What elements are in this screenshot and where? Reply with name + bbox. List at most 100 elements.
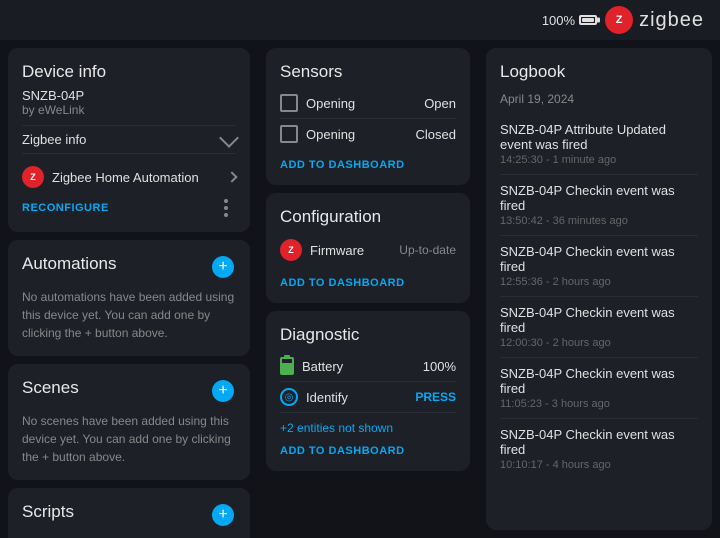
battery-fill (282, 363, 292, 373)
firmware-row: Z Firmware Up-to-date (280, 233, 456, 267)
automations-title: Automations (22, 254, 117, 274)
diagnostic-add-dashboard-button[interactable]: ADD TO DASHBOARD (280, 445, 405, 457)
logbook-entry-time: 13:50:42 - 36 minutes ago (500, 215, 698, 227)
main-layout: Device info SNZB-04P by eWeLink Zigbee i… (0, 40, 720, 538)
sensor-value: Open (424, 96, 456, 111)
scripts-title: Scripts (22, 502, 74, 522)
firmware-status: Up-to-date (399, 243, 456, 257)
battery-value: 100% (423, 359, 456, 374)
logbook-entry-title: SNZB-04P Checkin event was fired (500, 183, 698, 213)
logbook-entry: SNZB-04P Checkin event was fired 13:50:4… (500, 175, 698, 236)
sensor-left: Opening (280, 125, 355, 143)
sensor-value: Closed (416, 127, 456, 142)
device-name: SNZB-04P (22, 88, 236, 103)
configuration-card: Configuration Z Firmware Up-to-date ADD … (266, 193, 470, 303)
logbook-entry-title: SNZB-04P Attribute Updated event was fir… (500, 122, 698, 152)
battery-diag-icon (280, 357, 294, 375)
sensor-row: Opening Closed (280, 119, 456, 149)
reconfigure-button[interactable]: RECONFIGURE (22, 202, 109, 214)
logbook-entry: SNZB-04P Checkin event was fired 12:55:3… (500, 236, 698, 297)
zigbee-logo-icon: Z (605, 6, 633, 34)
sensor-row: Opening Open (280, 88, 456, 119)
logbook-entry: SNZB-04P Checkin event was fired 11:05:2… (500, 358, 698, 419)
zigbee-info-row[interactable]: Zigbee info (22, 125, 236, 154)
battery-label: Battery (302, 359, 343, 374)
logbook-entries: SNZB-04P Attribute Updated event was fir… (500, 114, 698, 516)
dot-icon (224, 199, 228, 203)
logbook-entry: SNZB-04P Checkin event was fired 10:10:1… (500, 419, 698, 479)
logbook-title: Logbook (500, 62, 698, 82)
logbook-entry: SNZB-04P Checkin event was fired 12:00:3… (500, 297, 698, 358)
sensors-add-dashboard-button[interactable]: ADD TO DASHBOARD (280, 159, 405, 171)
plus-circle-icon: + (212, 256, 234, 278)
battery-icon (579, 15, 597, 25)
logbook-entry-time: 10:10:17 - 4 hours ago (500, 459, 698, 471)
configuration-title: Configuration (280, 207, 456, 227)
device-info-actions: RECONFIGURE (22, 198, 236, 218)
logbook-entry-time: 11:05:23 - 3 hours ago (500, 398, 698, 410)
add-automation-button[interactable]: + (210, 254, 236, 280)
scenes-header: Scenes + (22, 378, 236, 404)
dot-icon (224, 213, 228, 217)
scripts-header: Scripts + (22, 502, 236, 528)
scenes-title: Scenes (22, 378, 79, 398)
battery-indicator: 100% (542, 13, 597, 28)
configuration-add-dashboard-button[interactable]: ADD TO DASHBOARD (280, 277, 405, 289)
right-column: Logbook April 19, 2024 SNZB-04P Attribut… (478, 40, 720, 538)
dot-icon (224, 206, 228, 210)
logbook-card: Logbook April 19, 2024 SNZB-04P Attribut… (486, 48, 712, 530)
zha-logo-icon: Z (22, 166, 44, 188)
logbook-entry-title: SNZB-04P Checkin event was fired (500, 366, 698, 396)
sensor-square-icon (280, 125, 298, 143)
plus-circle-icon: + (212, 380, 234, 402)
logbook-entry-time: 12:55:36 - 2 hours ago (500, 276, 698, 288)
sensor-square-icon (280, 94, 298, 112)
scripts-card: Scripts + No scripts have been added usi… (8, 488, 250, 538)
battery-row: Battery 100% (280, 351, 456, 382)
middle-column: Sensors Opening Open Opening Closed (258, 40, 478, 538)
zha-row[interactable]: Z Zigbee Home Automation (22, 162, 236, 192)
identify-label: Identify (306, 390, 348, 405)
diag-left: Battery (280, 357, 343, 375)
topbar: 100% Z zigbee (0, 0, 720, 40)
device-info-title: Device info (22, 62, 236, 82)
logbook-entry: SNZB-04P Attribute Updated event was fir… (500, 114, 698, 175)
battery-percent: 100% (542, 13, 575, 28)
logbook-entry-time: 14:25:30 - 1 minute ago (500, 154, 698, 166)
diag-left: ◎ Identify (280, 388, 348, 406)
identify-press-button[interactable]: PRESS (415, 390, 456, 404)
automations-description: No automations have been added using thi… (22, 288, 236, 342)
sensors-card: Sensors Opening Open Opening Closed (266, 48, 470, 185)
sensors-title: Sensors (280, 62, 456, 82)
firmware-logo-icon: Z (280, 239, 302, 261)
zigbee-brand: Z zigbee (605, 6, 704, 34)
scenes-card: Scenes + No scenes have been added using… (8, 364, 250, 480)
add-script-button[interactable]: + (210, 502, 236, 528)
logbook-entry-time: 12:00:30 - 2 hours ago (500, 337, 698, 349)
zigbee-brand-label: zigbee (639, 9, 704, 32)
logbook-entry-title: SNZB-04P Checkin event was fired (500, 305, 698, 335)
logbook-date: April 19, 2024 (500, 92, 698, 106)
firmware-left: Z Firmware (280, 239, 364, 261)
sensor-left: Opening (280, 94, 355, 112)
automations-card: Automations + No automations have been a… (8, 240, 250, 356)
add-scene-button[interactable]: + (210, 378, 236, 404)
more-options-button[interactable] (216, 198, 236, 218)
entities-not-shown[interactable]: +2 entities not shown (280, 421, 456, 435)
identify-icon: ◎ (280, 388, 298, 406)
plus-circle-icon: + (212, 504, 234, 526)
chevron-down-icon (219, 128, 239, 148)
sensor-name: Opening (306, 96, 355, 111)
firmware-name: Firmware (310, 243, 364, 258)
zha-left: Z Zigbee Home Automation (22, 166, 199, 188)
scenes-description: No scenes have been added using this dev… (22, 412, 236, 466)
sensor-list: Opening Open Opening Closed (280, 88, 456, 149)
diagnostic-card: Diagnostic Battery 100% ◎ Identify PRESS… (266, 311, 470, 471)
zigbee-info-label: Zigbee info (22, 132, 86, 147)
chevron-right-icon (226, 171, 237, 182)
zha-name: Zigbee Home Automation (52, 170, 199, 185)
automations-header: Automations + (22, 254, 236, 280)
device-info-card: Device info SNZB-04P by eWeLink Zigbee i… (8, 48, 250, 232)
identify-row: ◎ Identify PRESS (280, 382, 456, 413)
sensor-name: Opening (306, 127, 355, 142)
